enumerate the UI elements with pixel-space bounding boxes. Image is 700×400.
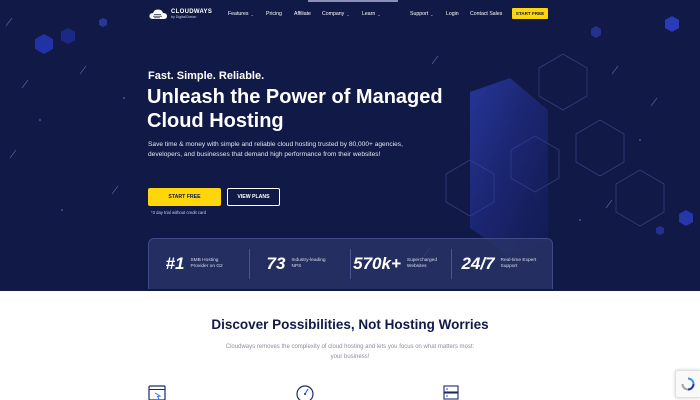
stat-number: 24/7 xyxy=(461,254,495,273)
section-title: Discover Possibilities, Not Hosting Worr… xyxy=(211,317,489,332)
hero-section: CLOUDWAYS by DigitalOcean Features ⌄ Pri… xyxy=(0,0,700,291)
nav-pricing-label: Pricing xyxy=(266,11,282,17)
recaptcha-icon xyxy=(681,377,695,391)
stat-item: 73 Industry-leading NPS xyxy=(250,239,350,289)
stat-item: 24/7 Real-time Expert Support xyxy=(452,239,552,289)
speedometer-icon xyxy=(296,385,314,400)
stat-number: 570k+ xyxy=(353,254,401,273)
start-free-button[interactable]: START FREE xyxy=(148,188,221,206)
cloudways-logo[interactable]: CLOUDWAYS by DigitalOcean xyxy=(148,8,212,20)
chevron-down-icon: ⌄ xyxy=(430,11,434,17)
stat-item: 570k+ Supercharged Websites xyxy=(351,239,451,289)
nav-login-label: Login xyxy=(446,11,459,17)
nav-support[interactable]: Support ⌄ xyxy=(410,11,434,17)
nav-affiliate[interactable]: Affiliate xyxy=(294,11,311,17)
hero-headline: Unleash the Power of Managed Cloud Hosti… xyxy=(147,86,443,132)
top-navigation: CLOUDWAYS by DigitalOcean Features ⌄ Pri… xyxy=(0,0,700,28)
nav-learn-label: Learn xyxy=(362,11,376,17)
logo-name: CLOUDWAYS xyxy=(171,8,213,15)
stat-label: SMB Hosting Provider on G2 xyxy=(190,257,223,269)
nav-pricing[interactable]: Pricing xyxy=(266,11,282,17)
stat-number: #1 xyxy=(165,254,185,273)
nav-company[interactable]: Company ⌄ xyxy=(322,11,350,17)
nav-affiliate-label: Affiliate xyxy=(294,11,311,17)
nav-login[interactable]: Login xyxy=(446,11,459,17)
stat-label: Industry-leading NPS xyxy=(291,257,326,269)
chevron-down-icon: ⌄ xyxy=(250,11,254,17)
nav-company-label: Company xyxy=(322,11,345,17)
server-stack-icon xyxy=(443,385,459,400)
cloud-logo-icon xyxy=(149,9,167,19)
nav-features-label: Features xyxy=(228,11,249,17)
nav-learn[interactable]: Learn ⌄ xyxy=(362,11,381,17)
stat-label: Supercharged Websites xyxy=(406,257,438,269)
stat-label: Real-time Expert Support xyxy=(500,257,537,269)
browser-window-icon xyxy=(148,385,166,400)
stat-number: 73 xyxy=(266,254,286,273)
view-plans-button[interactable]: VIEW PLANS xyxy=(227,188,280,206)
chevron-down-icon: ⌄ xyxy=(346,11,350,17)
section-description: Cloudways removes the complexity of clou… xyxy=(225,344,475,360)
chevron-down-icon: ⌄ xyxy=(377,11,381,17)
nav-contact-label: Contact Sales xyxy=(470,11,503,17)
nav-start-free-button[interactable]: START FREE xyxy=(512,8,548,19)
logo-subtitle: by DigitalOcean xyxy=(171,14,197,19)
hero-tagline: Fast. Simple. Reliable. xyxy=(148,70,265,82)
stats-bar: #1 SMB Hosting Provider on G2 73 Industr… xyxy=(148,238,553,289)
trial-note: *3 day trial without credit card xyxy=(151,210,206,215)
nav-features[interactable]: Features ⌄ xyxy=(228,11,254,17)
hero-description: Save time & money with simple and reliab… xyxy=(148,141,403,158)
recaptcha-badge[interactable] xyxy=(675,370,700,398)
nav-contact-sales[interactable]: Contact Sales xyxy=(470,11,502,17)
stat-item: #1 SMB Hosting Provider on G2 xyxy=(149,239,249,289)
nav-support-label: Support xyxy=(410,11,429,17)
